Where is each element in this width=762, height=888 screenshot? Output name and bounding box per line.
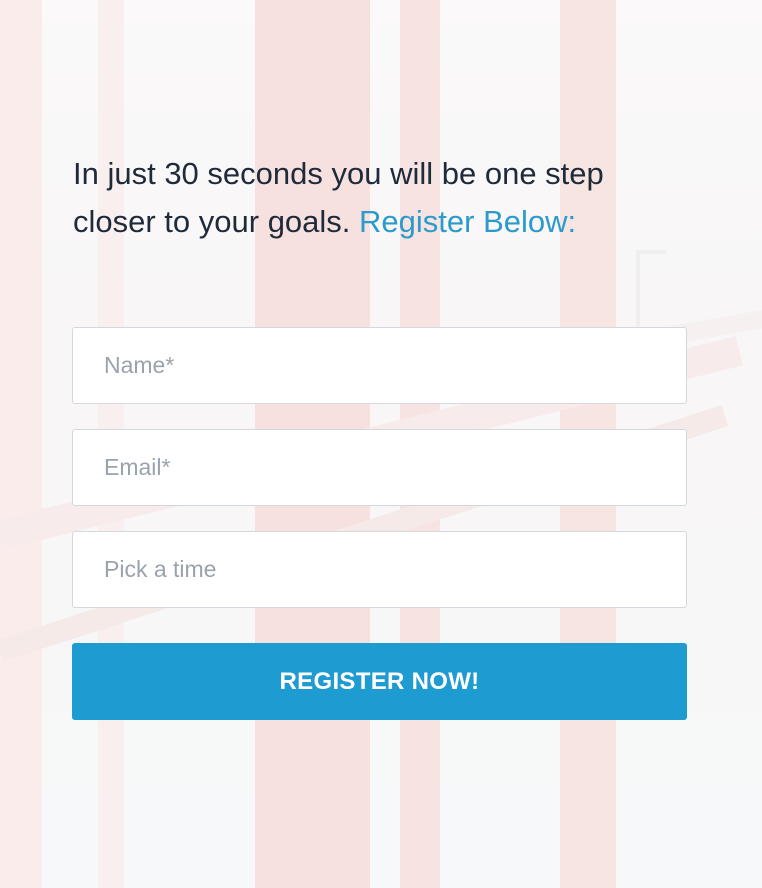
registration-panel: In just 30 seconds you will be one step …: [0, 0, 762, 888]
register-now-button[interactable]: REGISTER NOW!: [72, 643, 687, 720]
email-input[interactable]: [72, 429, 687, 506]
time-picker-input[interactable]: [72, 531, 687, 608]
headline-accent: Register Below:: [359, 204, 577, 239]
name-input[interactable]: [72, 327, 687, 404]
headline: In just 30 seconds you will be one step …: [73, 150, 693, 246]
